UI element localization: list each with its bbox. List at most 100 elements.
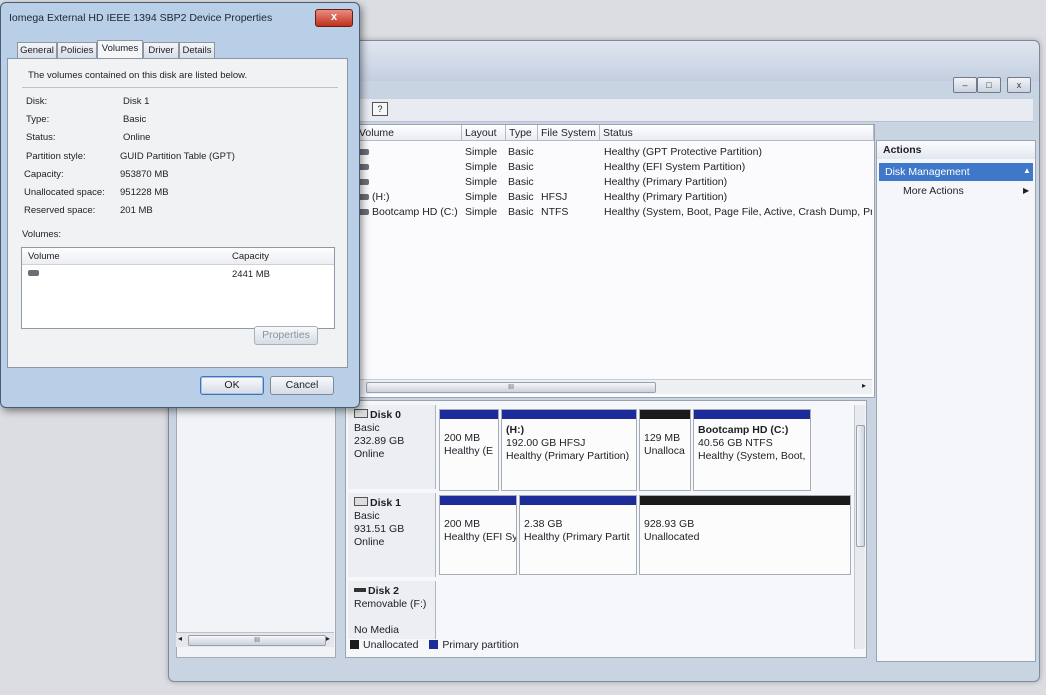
cancel-button[interactable]: Cancel — [270, 376, 334, 395]
column-layout[interactable]: Layout — [462, 125, 506, 141]
table-row[interactable]: Simple Basic Healthy (GPT Protective Par… — [356, 145, 874, 160]
divider — [22, 87, 338, 88]
partition-size: 200 MB — [444, 518, 481, 530]
partition-block[interactable]: (H:) 192.00 GB HFSJ Healthy (Primary Par… — [501, 409, 637, 491]
disk-icon — [354, 409, 368, 418]
disk-1-label[interactable]: Disk 1 Basic 931.51 GB Online — [348, 493, 436, 577]
partition-block[interactable]: 2.38 GB Healthy (Primary Partit — [519, 495, 637, 575]
volumes-list-header: Volume Capacity — [22, 248, 334, 265]
table-row[interactable]: (H:) Simple Basic HFSJ Healthy (Primary … — [356, 190, 874, 205]
partition-block[interactable]: 200 MB Healthy (EFI Sy — [439, 495, 517, 575]
cell-file-system — [541, 175, 597, 190]
field-value: Disk 1 — [123, 96, 150, 107]
disk-type: Basic — [354, 510, 380, 522]
help-icon[interactable]: ? — [372, 102, 388, 116]
cell-volume — [372, 160, 462, 175]
field-label: Type: — [26, 114, 50, 125]
scroll-left-arrow-icon[interactable]: ◂ — [178, 634, 182, 643]
table-row[interactable]: Simple Basic Healthy (EFI System Partiti… — [356, 160, 874, 175]
column-file-system[interactable]: File System — [538, 125, 600, 141]
tab-details[interactable]: Details — [179, 42, 215, 58]
cell-status: Healthy (EFI System Partition) — [604, 161, 746, 173]
disk-name: Disk 0 — [370, 409, 401, 421]
actions-header: Actions — [877, 141, 1035, 159]
field-value: Online — [123, 132, 151, 143]
cell-status: Healthy (System, Boot, Page File, Active… — [604, 206, 872, 218]
cell-layout: Simple — [465, 176, 498, 188]
collapse-arrow-icon[interactable]: ▲ — [1023, 166, 1031, 175]
column-volume[interactable]: Volume — [356, 125, 462, 141]
disk-2-label[interactable]: Disk 2 Removable (F:) No Media — [348, 581, 436, 639]
field-label: Capacity: — [24, 169, 64, 180]
legend: Unallocated Primary partition — [350, 639, 519, 651]
disk-size: 232.89 GB — [354, 435, 405, 447]
tab-driver[interactable]: Driver — [143, 42, 179, 58]
partition-size: 129 MB — [644, 432, 681, 444]
scroll-right-arrow-icon[interactable]: ▸ — [862, 381, 866, 390]
disk-icon — [354, 588, 366, 592]
list-scroll-thumb[interactable]: III — [366, 382, 656, 393]
field-label: Disk: — [26, 96, 48, 107]
action-disk-management[interactable]: Disk Management — [879, 163, 1033, 181]
partition-size: 40.56 GB NTFS — [698, 437, 773, 449]
list-horizontal-scrollbar[interactable]: III ▸ — [356, 379, 872, 394]
field-value: GUID Partition Table (GPT) — [120, 151, 235, 162]
scroll-right-arrow-icon[interactable]: ▸ — [326, 634, 330, 643]
submenu-arrow-icon: ▶ — [1023, 186, 1030, 195]
partition-block[interactable]: 129 MB Unalloca — [639, 409, 691, 491]
graphical-vertical-scrollbar[interactable] — [854, 405, 865, 649]
disk-type: Removable (F:) — [354, 598, 427, 610]
table-row[interactable]: Simple Basic Healthy (Primary Partition) — [356, 175, 874, 190]
volumes-intro-text: The volumes contained on this disk are l… — [28, 70, 248, 81]
list-item[interactable]: 2441 MB — [22, 267, 334, 282]
graphical-scroll-thumb[interactable] — [856, 425, 865, 547]
partition-color-bar — [520, 496, 636, 505]
partition-size: 200 MB — [444, 432, 481, 444]
ok-button[interactable]: OK — [200, 376, 264, 395]
tree-scroll-thumb[interactable]: III — [188, 635, 326, 646]
column-volume[interactable]: Volume — [28, 251, 60, 262]
volume-capacity: 2441 MB — [232, 269, 271, 280]
cell-layout: Simple — [465, 191, 498, 203]
minimize-button[interactable]: – — [953, 77, 977, 93]
disk-status: No Media — [354, 624, 399, 636]
partition-color-bar — [640, 496, 850, 505]
legend-primary-swatch — [429, 640, 439, 649]
column-capacity[interactable]: Capacity — [232, 251, 269, 262]
cell-type: Basic — [508, 206, 534, 218]
field-label: Status: — [26, 132, 56, 143]
table-row[interactable]: Bootcamp HD (C:) Simple Basic NTFS Healt… — [356, 205, 874, 220]
partition-color-bar — [640, 410, 690, 419]
cell-status: Healthy (GPT Protective Partition) — [604, 146, 762, 158]
legend-unallocated-label: Unallocated — [363, 639, 419, 651]
drive-icon — [28, 270, 39, 276]
properties-button[interactable]: Properties — [254, 326, 318, 345]
partition-block[interactable]: 200 MB Healthy (E — [439, 409, 499, 491]
device-properties-dialog: Iomega External HD IEEE 1394 SBP2 Device… — [0, 2, 360, 408]
disk-0-label[interactable]: Disk 0 Basic 232.89 GB Online — [348, 405, 436, 489]
volumes-list: Volume Capacity 2441 MB — [21, 247, 335, 329]
legend-unallocated-swatch — [350, 640, 359, 649]
partition-block[interactable]: 928.93 GB Unallocated — [639, 495, 851, 575]
close-icon[interactable]: x — [315, 9, 353, 27]
partition-status: Healthy (System, Boot, — [698, 450, 806, 462]
disk-name: Disk 2 — [368, 585, 399, 597]
partition-color-bar — [502, 410, 636, 419]
column-status[interactable]: Status — [600, 125, 874, 141]
partition-block[interactable]: Bootcamp HD (C:) 40.56 GB NTFS Healthy (… — [693, 409, 811, 491]
disk-status: Online — [354, 536, 385, 548]
tab-policies[interactable]: Policies — [57, 42, 97, 58]
window-close-button[interactable]: x — [1007, 77, 1031, 93]
action-more-actions[interactable]: More Actions — [903, 185, 964, 197]
disk-icon — [354, 497, 368, 506]
disk-name: Disk 1 — [370, 497, 401, 509]
tab-volumes[interactable]: Volumes — [97, 40, 143, 59]
tab-general[interactable]: General — [17, 42, 57, 58]
field-label: Unallocated space: — [24, 187, 105, 198]
partition-color-bar — [440, 496, 516, 505]
column-type[interactable]: Type — [506, 125, 538, 141]
maximize-button[interactable]: □ — [977, 77, 1001, 93]
tree-horizontal-scrollbar[interactable]: ◂ III ▸ — [176, 632, 334, 647]
dialog-title: Iomega External HD IEEE 1394 SBP2 Device… — [9, 12, 273, 24]
actions-pane: Actions Disk Management ▲ More Actions ▶ — [876, 140, 1036, 662]
